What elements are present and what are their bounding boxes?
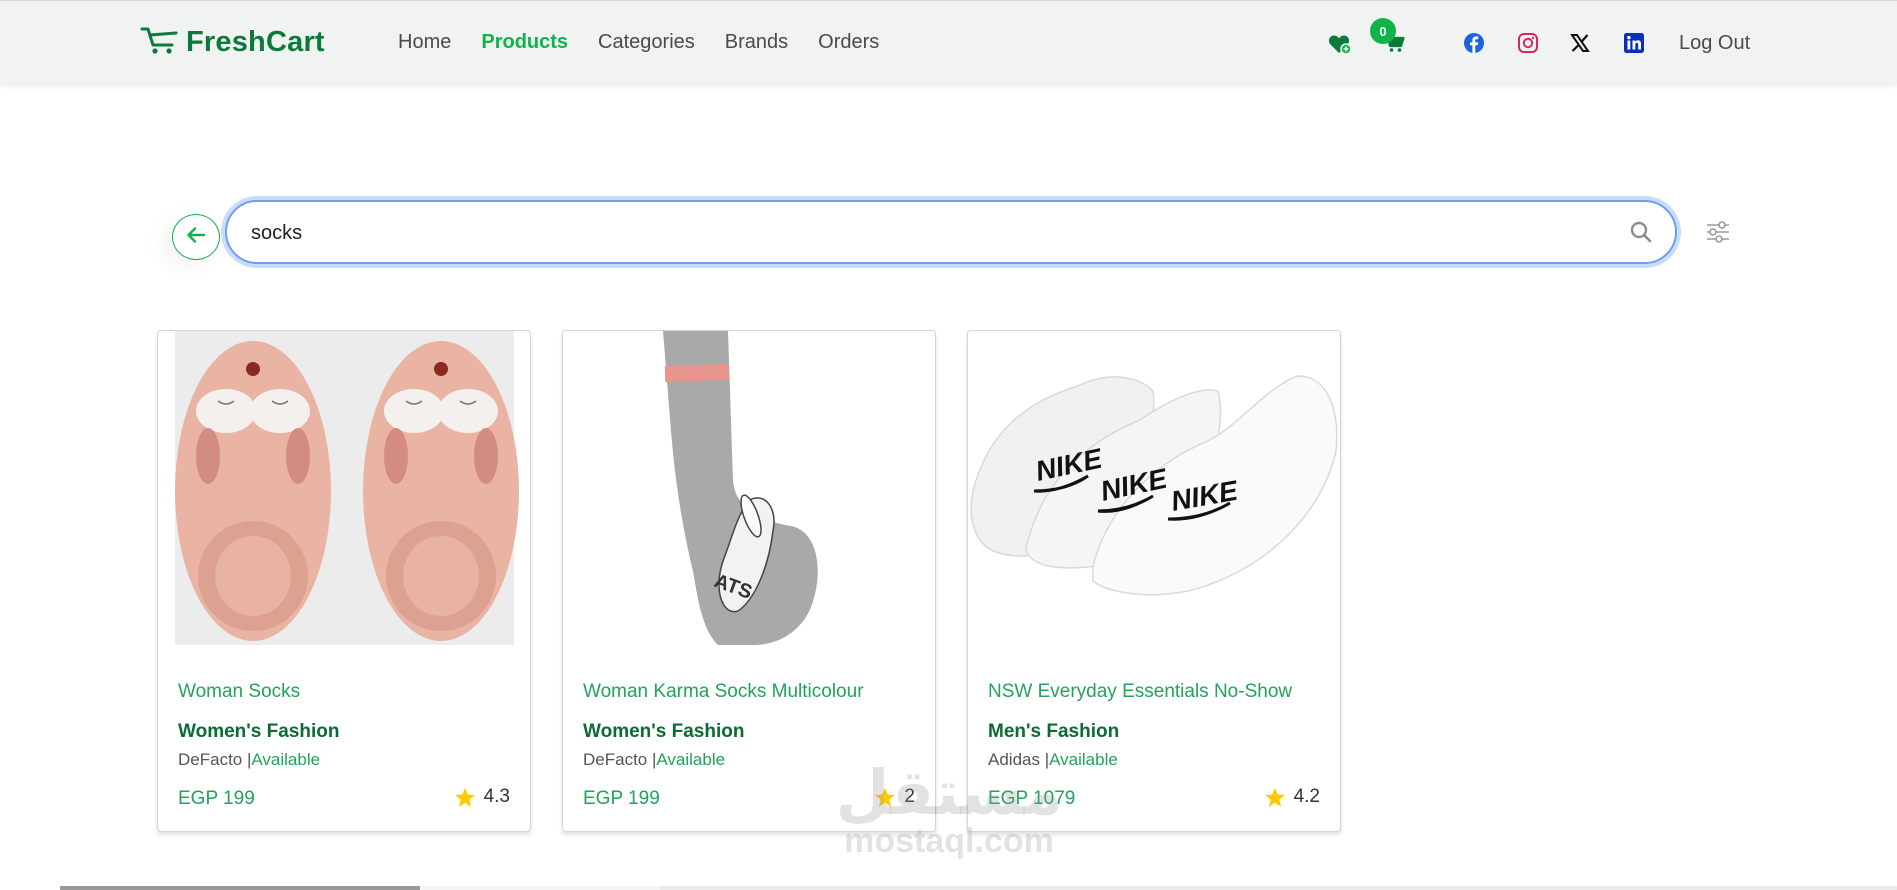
- nav-links: Home Products Categories Brands Orders: [398, 31, 879, 54]
- product-title[interactable]: Woman Socks: [178, 681, 300, 703]
- product-category: Women's Fashion: [583, 721, 745, 742]
- product-availability: Available: [656, 750, 726, 769]
- product-card[interactable]: NIKE NIKE NIKE NSW Everyday Essentials N…: [967, 330, 1341, 832]
- star-icon: [1264, 787, 1285, 807]
- product-image: NIKE NIKE NIKE: [968, 331, 1340, 645]
- rating-value: 4.3: [483, 786, 510, 807]
- star-icon: [454, 787, 475, 807]
- product-price: EGP 1079: [988, 788, 1076, 809]
- product-availability: Available: [251, 750, 321, 769]
- product-brand-line: Adidas |Available: [988, 750, 1118, 770]
- product-card[interactable]: ATS Woman Karma Socks Multicolour Women'…: [562, 330, 936, 832]
- x-icon[interactable]: [1570, 33, 1590, 58]
- nav-link-home[interactable]: Home: [398, 31, 451, 54]
- product-category: Women's Fashion: [178, 721, 340, 742]
- search-input[interactable]: [251, 218, 1551, 248]
- filter-sliders-icon[interactable]: [1705, 219, 1731, 250]
- product-title[interactable]: NSW Everyday Essentials No-Show: [988, 681, 1292, 703]
- product-rating: 4.2: [1264, 786, 1320, 808]
- cart-logo-icon: [140, 25, 180, 60]
- logout-link[interactable]: Log Out: [1679, 32, 1750, 55]
- taskbar-edge: [0, 886, 1897, 890]
- product-card[interactable]: Woman Socks Women's Fashion DeFacto |Ava…: [157, 330, 531, 832]
- search-bar: [225, 200, 1677, 264]
- nav-link-categories[interactable]: Categories: [598, 31, 695, 54]
- product-image: ATS: [563, 331, 935, 645]
- back-button[interactable]: [172, 214, 220, 260]
- arrow-left-icon: [186, 226, 206, 249]
- nav-link-products[interactable]: Products: [481, 31, 568, 54]
- nav-link-orders[interactable]: Orders: [818, 31, 879, 54]
- cart-count-badge: 0: [1370, 18, 1396, 44]
- product-brand-line: DeFacto |Available: [178, 750, 320, 770]
- product-price: EGP 199: [178, 788, 255, 809]
- product-category: Men's Fashion: [988, 721, 1120, 742]
- product-brand-line: DeFacto |Available: [583, 750, 725, 770]
- facebook-icon[interactable]: [1463, 32, 1485, 59]
- wishlist-heart-icon[interactable]: [1328, 33, 1352, 60]
- product-brand: Adidas |: [988, 750, 1050, 769]
- nav-link-brands[interactable]: Brands: [725, 31, 788, 54]
- brand-logo[interactable]: FreshCart: [140, 25, 325, 60]
- product-availability: Available: [1049, 750, 1118, 769]
- product-rating: 4.3: [454, 786, 510, 808]
- instagram-icon[interactable]: [1517, 32, 1539, 59]
- product-price: EGP 199: [583, 788, 660, 809]
- product-image: [158, 331, 530, 645]
- navbar: FreshCart Home Products Categories Brand…: [0, 0, 1897, 84]
- rating-value: 4.2: [1293, 786, 1320, 807]
- search-icon[interactable]: [1629, 220, 1653, 249]
- star-icon: [875, 787, 896, 807]
- product-rating: 2: [874, 786, 915, 808]
- product-brand: DeFacto |: [583, 750, 657, 769]
- product-brand: DeFacto |: [178, 750, 252, 769]
- product-title[interactable]: Woman Karma Socks Multicolour: [583, 681, 864, 703]
- linkedin-icon[interactable]: [1624, 33, 1644, 58]
- rating-value: 2: [904, 786, 915, 807]
- brand-name: FreshCart: [186, 26, 325, 58]
